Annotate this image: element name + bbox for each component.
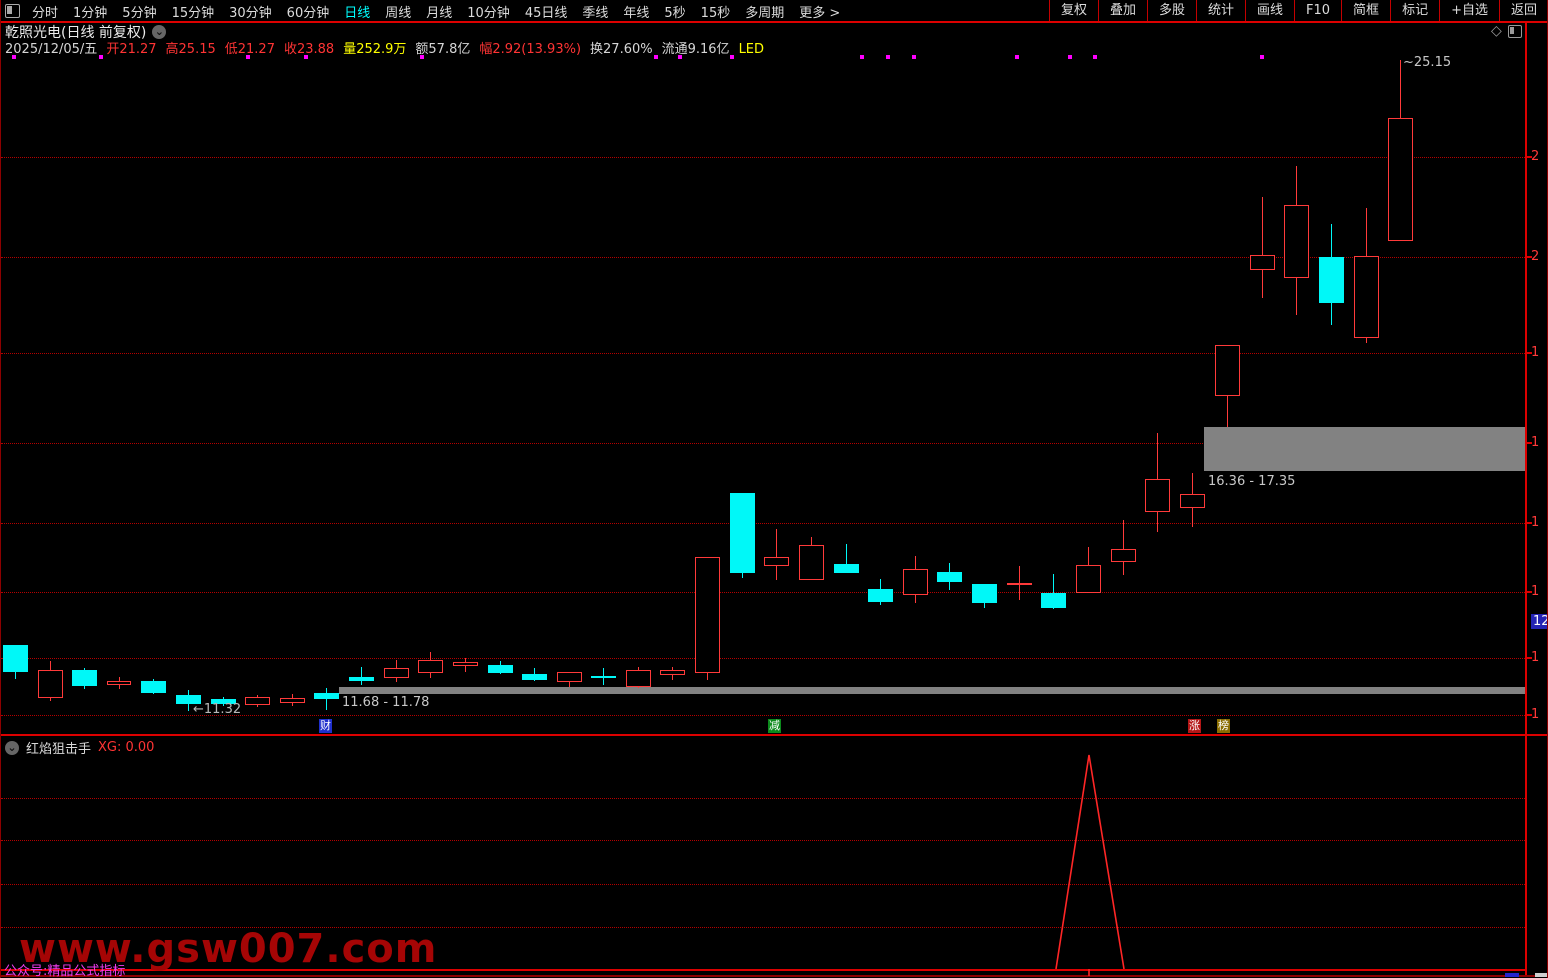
panel-divider — [1, 734, 1548, 736]
candle-up — [799, 545, 824, 580]
signal-dot — [246, 55, 250, 59]
candle-wick — [776, 529, 777, 580]
app-window: 分时1分钟5分钟15分钟30分钟60分钟日线周线月线10分钟45日线季线年线5秒… — [0, 0, 1548, 978]
indicator-value: XG: 0.00 — [98, 740, 154, 755]
signal-dot — [99, 55, 103, 59]
candle-up — [557, 672, 582, 682]
sub-gridline — [1, 884, 1525, 885]
chart-canvas[interactable]: 16.36 - 17.35 11.68 - 11.78 财 减 涨 榜 ~25.15 ←11.… — [1, 0, 1548, 978]
price-tag: 12.9 — [1531, 614, 1548, 629]
candle-up — [764, 557, 789, 566]
signal-dot — [12, 55, 16, 59]
candle-up — [660, 670, 685, 675]
axis-label: 1 — [1531, 435, 1539, 450]
signal-dot — [654, 55, 658, 59]
gridline — [1, 658, 1525, 659]
candle-up — [245, 697, 270, 705]
candle-up — [1284, 205, 1309, 278]
candle-wick — [1123, 520, 1124, 575]
price-zone — [339, 687, 1525, 694]
signal-dot — [886, 55, 890, 59]
candle-wick — [1262, 197, 1263, 298]
candle-down — [834, 564, 859, 573]
price-annotation: ~25.15 — [1403, 55, 1451, 70]
axis-label: 2 — [1531, 149, 1539, 164]
signal-dot — [1015, 55, 1019, 59]
candle-up — [903, 569, 928, 595]
event-icon-减[interactable]: 减 — [768, 719, 781, 733]
candle-down — [868, 589, 893, 602]
signal-dot — [912, 55, 916, 59]
axis-label: 2 — [1531, 249, 1539, 264]
candle-up — [695, 557, 720, 673]
candle-down — [522, 674, 547, 680]
axis-label: 1 — [1531, 515, 1539, 530]
sub-gridline — [1, 798, 1525, 799]
candle-up — [280, 698, 305, 703]
signal-dot — [860, 55, 864, 59]
candle-up — [1145, 479, 1170, 512]
candle-down — [349, 677, 374, 681]
chevron-down-icon[interactable]: ⌄ — [5, 741, 19, 755]
price-zone-label: 11.68 - 11.78 — [342, 695, 429, 710]
indicator-name: 红焰狙击手 — [26, 738, 91, 757]
signal-dot — [678, 55, 682, 59]
candle-down — [141, 681, 166, 693]
signal-dot — [730, 55, 734, 59]
axis-label: 1 — [1531, 584, 1539, 599]
price-zone-label: 16.36 - 17.35 — [1208, 474, 1295, 489]
candle-up — [107, 681, 131, 685]
candle-up — [1354, 256, 1379, 338]
candle-down — [937, 572, 962, 582]
price-axis — [1525, 22, 1527, 976]
candle-up — [1076, 565, 1101, 593]
candle-up — [1388, 118, 1413, 241]
gridline — [1, 353, 1525, 354]
gridline — [1, 157, 1525, 158]
event-icon-榜[interactable]: 榜 — [1217, 719, 1230, 733]
candle-up — [38, 670, 63, 698]
candle-up — [453, 662, 478, 666]
signal-dot — [1068, 55, 1072, 59]
statusbar-gray-segment — [1535, 973, 1548, 977]
signal-dot — [304, 55, 308, 59]
event-icon-涨[interactable]: 涨 — [1188, 719, 1201, 733]
gridline — [1, 592, 1525, 593]
footer-note: 公众号:精品公式指标 — [4, 960, 125, 978]
candle-up — [418, 660, 443, 673]
axis-label: 1 — [1531, 650, 1539, 665]
candle-down — [1041, 593, 1066, 608]
price-annotation: ←11.32 — [193, 702, 241, 717]
candle-up — [1180, 494, 1205, 508]
window-bottom-border — [1, 975, 1548, 977]
event-icon-财[interactable]: 财 — [319, 719, 332, 733]
candle-up — [1007, 583, 1032, 585]
candle-wick — [361, 667, 362, 685]
candle-up — [1215, 345, 1240, 396]
signal-dot — [420, 55, 424, 59]
candle-up — [626, 670, 651, 687]
signal-spike — [1, 0, 1548, 978]
candle-down — [3, 645, 28, 672]
candle-wick — [326, 688, 327, 710]
gridline — [1, 523, 1525, 524]
statusbar-blue-segment — [1505, 973, 1519, 977]
candle-down — [972, 584, 997, 603]
candle-up — [1111, 549, 1136, 562]
axis-label: 1 — [1531, 345, 1539, 360]
candle-down — [1319, 257, 1344, 303]
signal-dot — [1093, 55, 1097, 59]
candle-down — [72, 670, 97, 686]
signal-dot — [1260, 55, 1264, 59]
candle-up — [1250, 255, 1275, 270]
candle-down — [488, 665, 513, 673]
candle-down — [730, 493, 755, 573]
candle-down — [314, 693, 339, 699]
candle-up — [384, 668, 409, 678]
sub-gridline — [1, 840, 1525, 841]
candle-down — [591, 676, 616, 678]
price-zone — [1204, 427, 1525, 471]
axis-label: 1 — [1531, 707, 1539, 722]
indicator-header: ⌄ 红焰狙击手 XG: 0.00 — [5, 738, 154, 757]
